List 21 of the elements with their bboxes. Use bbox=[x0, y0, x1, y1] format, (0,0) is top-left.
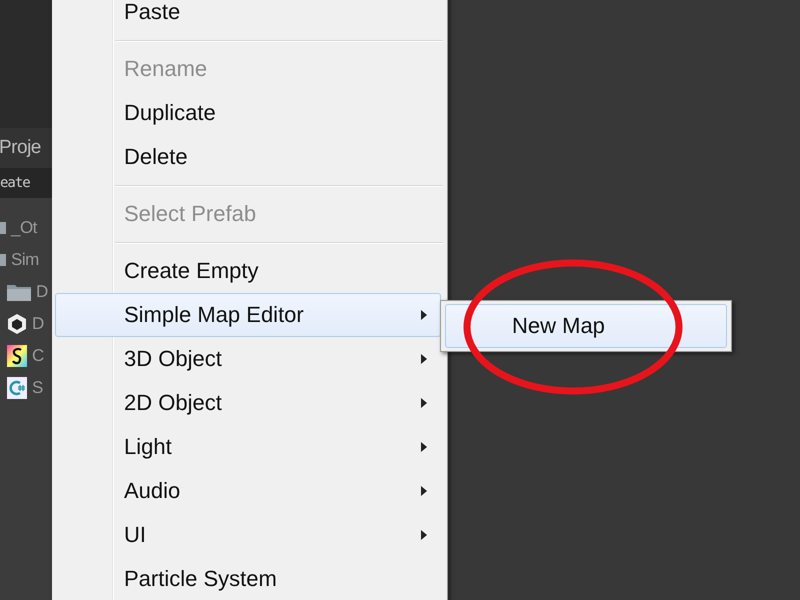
asset-name[interactable]: Sim bbox=[11, 250, 39, 270]
cube-icon bbox=[6, 313, 28, 335]
menu-item[interactable]: 2D Object bbox=[55, 381, 447, 425]
menu-item[interactable]: New Map bbox=[445, 304, 727, 348]
asset-name[interactable]: S bbox=[32, 378, 43, 398]
asset-name[interactable]: D bbox=[36, 282, 48, 302]
asset-name[interactable]: D bbox=[32, 314, 44, 334]
menu-item[interactable]: Particle System bbox=[55, 557, 447, 600]
asset-name[interactable]: C bbox=[32, 346, 44, 366]
script-file-icon bbox=[6, 376, 28, 400]
menu-item[interactable]: Light bbox=[55, 425, 447, 469]
menu-item[interactable]: UI bbox=[55, 513, 447, 557]
shader-file-icon bbox=[6, 344, 28, 368]
menu-item[interactable]: Simple Map Editor bbox=[55, 293, 441, 337]
menu-item[interactable]: Audio bbox=[55, 469, 447, 513]
menu-item[interactable]: Paste bbox=[55, 0, 447, 34]
menu-item[interactable]: 3D Object bbox=[55, 337, 447, 381]
menu-item[interactable]: Delete bbox=[55, 135, 447, 179]
menu-item[interactable]: Duplicate bbox=[55, 91, 447, 135]
asset-name[interactable]: _Ot bbox=[11, 218, 37, 238]
menu-item[interactable]: Create Empty bbox=[55, 249, 447, 293]
